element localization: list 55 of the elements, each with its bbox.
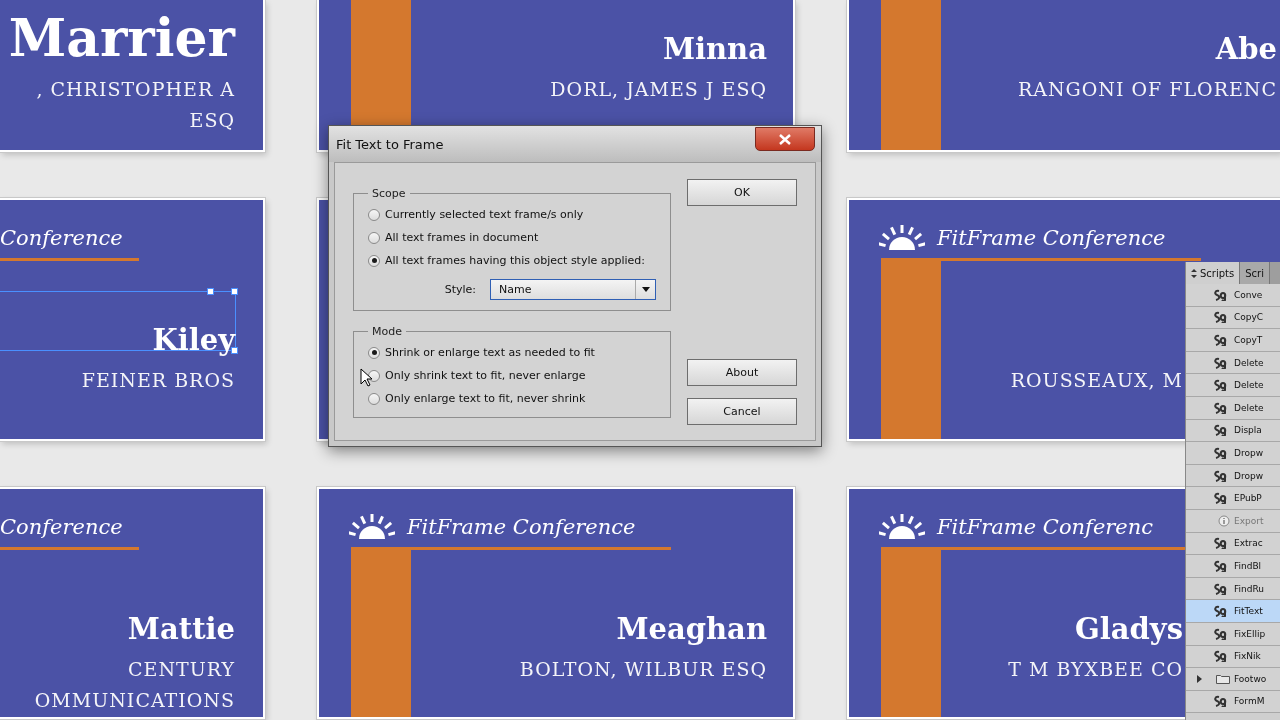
script-name: Footwo: [1234, 673, 1267, 684]
script-name: CopyC: [1234, 312, 1264, 323]
script-name: Dropw: [1234, 470, 1263, 481]
card-header: FitFrame Conference: [937, 225, 1166, 252]
attendee-name: Minna: [662, 31, 767, 68]
script-name: Export: [1234, 515, 1264, 526]
attendee-name: Mattie: [127, 611, 235, 648]
card-header: FitFrame Conferenc: [937, 514, 1154, 541]
ok-button[interactable]: OK: [687, 179, 797, 206]
group-label: Mode: [371, 325, 403, 338]
script-item[interactable]: FitText: [1186, 600, 1280, 623]
card-header: Conference: [0, 225, 123, 252]
cancel-button[interactable]: Cancel: [687, 398, 797, 425]
script-name: Delete: [1234, 380, 1264, 391]
radio-option[interactable]: Shrink or enlarge text as needed to fit: [368, 344, 656, 361]
script-name: Delete: [1234, 402, 1264, 413]
attendee-name: Marrier: [8, 6, 235, 70]
style-dropdown[interactable]: Name: [490, 279, 656, 300]
script-name: Delete: [1234, 357, 1264, 368]
company-name: CENTURY OMMUNICATIONS: [34, 657, 235, 713]
script-name: CopyT: [1234, 335, 1263, 345]
script-name: FormM: [1234, 696, 1265, 707]
about-button[interactable]: About: [687, 359, 797, 386]
script-name: Displa: [1234, 425, 1262, 436]
attendee-name: Gladys: [1074, 611, 1183, 648]
attendee-name: Abe: [1215, 31, 1277, 68]
company-name: , CHRISTOPHER A ESQ: [36, 77, 235, 133]
script-name: FindRu: [1234, 583, 1264, 594]
company-name: FEINER BROS: [81, 368, 235, 393]
company-name: T M BYXBEE CO: [1008, 657, 1183, 682]
field-label: Style:: [444, 283, 476, 296]
panel-tab[interactable]: Scripts: [1186, 262, 1241, 284]
radio-option[interactable]: Currently selected text frame/s only: [368, 206, 656, 223]
script-name: Conve: [1234, 289, 1263, 300]
company-name: RANGONI OF FLORENC: [1017, 77, 1277, 102]
script-name: EPubP: [1234, 493, 1262, 504]
card-header: FitFrame Conference: [407, 514, 636, 541]
attendee-name: Kiley: [152, 322, 235, 359]
script-name: FixEllip: [1234, 628, 1266, 639]
panel-tab[interactable]: Scri: [1240, 262, 1270, 284]
company-name: BOLTON, WILBUR ESQ: [519, 657, 767, 682]
radio-option[interactable]: All text frames having this object style applied:: [368, 252, 656, 269]
company-name: ROUSSEAUX, M: [1010, 368, 1183, 393]
card-header: Conference: [0, 514, 123, 541]
attendee-name: Meaghan: [616, 611, 767, 648]
script-name: Dropw: [1234, 447, 1263, 458]
company-name: DORL, JAMES J ESQ: [550, 77, 767, 102]
dialog-title: Fit Text to Frame: [336, 136, 444, 152]
script-name: FixNik: [1234, 651, 1261, 662]
script-name: FindBl: [1234, 560, 1262, 571]
radio-option[interactable]: Only enlarge text to fit, never shrink: [368, 390, 656, 407]
group-label: Scope: [371, 187, 407, 200]
radio-option[interactable]: All text frames in document: [368, 229, 656, 246]
script-name: FitText: [1234, 606, 1263, 617]
script-name: Extrac: [1234, 538, 1263, 549]
